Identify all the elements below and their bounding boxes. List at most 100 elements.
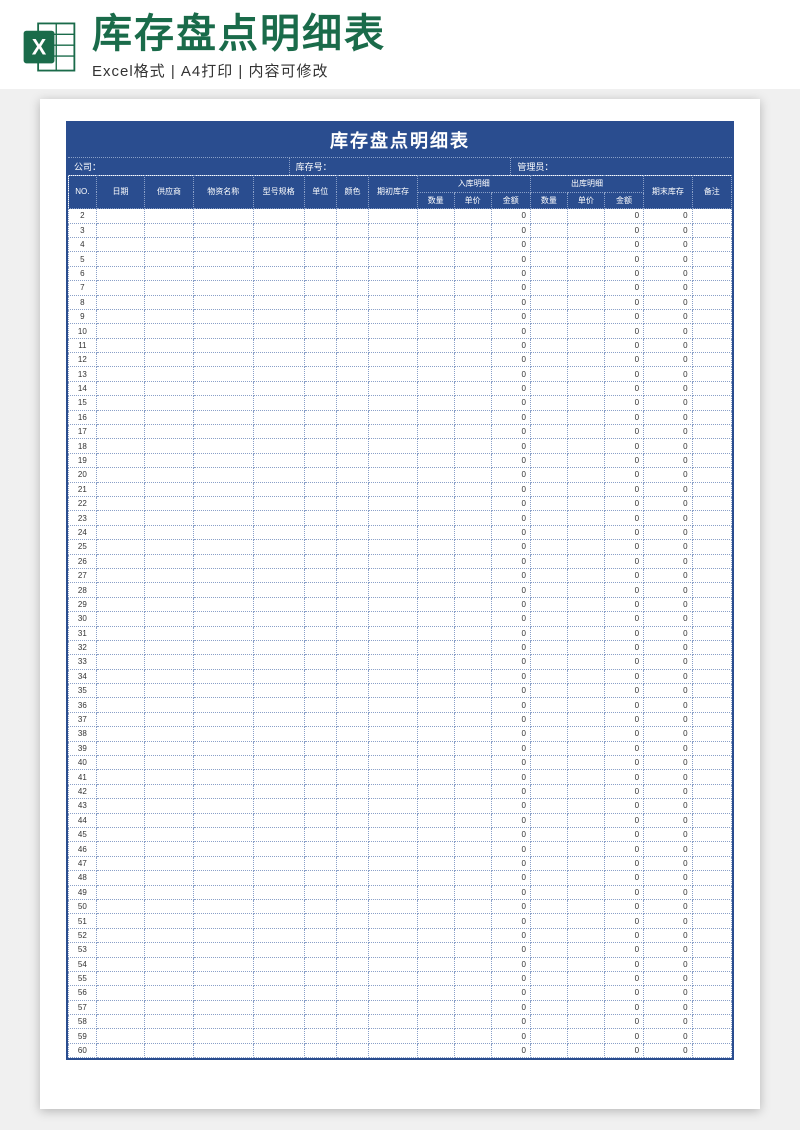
cell[interactable] (193, 266, 253, 280)
cell[interactable] (193, 338, 253, 352)
cell[interactable] (417, 237, 454, 251)
cell[interactable] (193, 684, 253, 698)
cell[interactable] (336, 856, 368, 870)
cell[interactable] (145, 971, 194, 985)
cell[interactable] (417, 223, 454, 237)
cell[interactable] (417, 986, 454, 1000)
cell[interactable]: 0 (644, 1043, 693, 1057)
cell[interactable] (692, 525, 731, 539)
cell[interactable] (193, 396, 253, 410)
cell[interactable] (193, 986, 253, 1000)
cell[interactable] (253, 497, 304, 511)
cell[interactable] (454, 381, 491, 395)
cell[interactable] (193, 209, 253, 223)
cell[interactable] (567, 971, 604, 985)
cell[interactable] (336, 943, 368, 957)
cell[interactable] (145, 669, 194, 683)
cell[interactable]: 0 (491, 482, 530, 496)
cell[interactable] (567, 583, 604, 597)
cell[interactable] (304, 381, 336, 395)
cell[interactable] (417, 784, 454, 798)
cell[interactable] (336, 669, 368, 683)
cell[interactable]: 0 (604, 669, 643, 683)
cell[interactable] (567, 367, 604, 381)
cell[interactable] (369, 525, 418, 539)
cell[interactable] (96, 252, 145, 266)
cell[interactable] (692, 943, 731, 957)
cell[interactable] (96, 770, 145, 784)
cell[interactable]: 0 (491, 871, 530, 885)
cell[interactable]: 57 (69, 1000, 97, 1014)
cell[interactable] (567, 640, 604, 654)
cell[interactable]: 0 (491, 741, 530, 755)
cell[interactable] (304, 799, 336, 813)
cell[interactable] (530, 1029, 567, 1043)
cell[interactable] (96, 281, 145, 295)
cell[interactable] (567, 813, 604, 827)
cell[interactable]: 25 (69, 540, 97, 554)
cell[interactable] (304, 784, 336, 798)
cell[interactable]: 0 (604, 957, 643, 971)
cell[interactable]: 0 (604, 928, 643, 942)
cell[interactable] (193, 237, 253, 251)
cell[interactable]: 0 (491, 324, 530, 338)
cell[interactable] (530, 612, 567, 626)
cell[interactable] (96, 439, 145, 453)
cell[interactable] (304, 640, 336, 654)
cell[interactable] (253, 309, 304, 323)
cell[interactable] (454, 353, 491, 367)
cell[interactable] (417, 266, 454, 280)
cell[interactable]: 27 (69, 568, 97, 582)
cell[interactable] (336, 971, 368, 985)
cell[interactable] (530, 597, 567, 611)
cell[interactable] (193, 425, 253, 439)
cell[interactable] (253, 597, 304, 611)
cell[interactable] (304, 669, 336, 683)
cell[interactable] (145, 813, 194, 827)
cell[interactable] (304, 425, 336, 439)
cell[interactable] (530, 899, 567, 913)
cell[interactable]: 0 (604, 827, 643, 841)
cell[interactable] (304, 209, 336, 223)
cell[interactable] (567, 439, 604, 453)
cell[interactable] (253, 1000, 304, 1014)
cell[interactable] (253, 367, 304, 381)
cell[interactable] (369, 698, 418, 712)
cell[interactable] (417, 482, 454, 496)
cell[interactable]: 0 (491, 468, 530, 482)
cell[interactable] (253, 396, 304, 410)
cell[interactable] (304, 684, 336, 698)
cell[interactable]: 0 (491, 856, 530, 870)
cell[interactable] (530, 640, 567, 654)
cell[interactable]: 0 (644, 827, 693, 841)
cell[interactable]: 0 (644, 324, 693, 338)
cell[interactable] (336, 756, 368, 770)
cell[interactable] (253, 540, 304, 554)
cell[interactable] (530, 626, 567, 640)
cell[interactable] (145, 799, 194, 813)
cell[interactable]: 39 (69, 741, 97, 755)
cell[interactable] (692, 957, 731, 971)
cell[interactable] (145, 511, 194, 525)
cell[interactable]: 0 (604, 885, 643, 899)
cell[interactable]: 0 (604, 525, 643, 539)
cell[interactable] (96, 1043, 145, 1057)
cell[interactable] (369, 237, 418, 251)
cell[interactable] (96, 237, 145, 251)
cell[interactable]: 0 (491, 813, 530, 827)
cell[interactable] (417, 367, 454, 381)
cell[interactable] (304, 338, 336, 352)
cell[interactable] (336, 842, 368, 856)
cell[interactable] (96, 842, 145, 856)
cell[interactable] (567, 986, 604, 1000)
cell[interactable] (454, 885, 491, 899)
cell[interactable] (567, 468, 604, 482)
cell[interactable] (336, 324, 368, 338)
cell[interactable]: 0 (604, 1043, 643, 1057)
cell[interactable] (567, 756, 604, 770)
cell[interactable] (454, 842, 491, 856)
cell[interactable]: 0 (604, 367, 643, 381)
cell[interactable] (454, 1029, 491, 1043)
cell[interactable] (145, 468, 194, 482)
cell[interactable] (692, 281, 731, 295)
